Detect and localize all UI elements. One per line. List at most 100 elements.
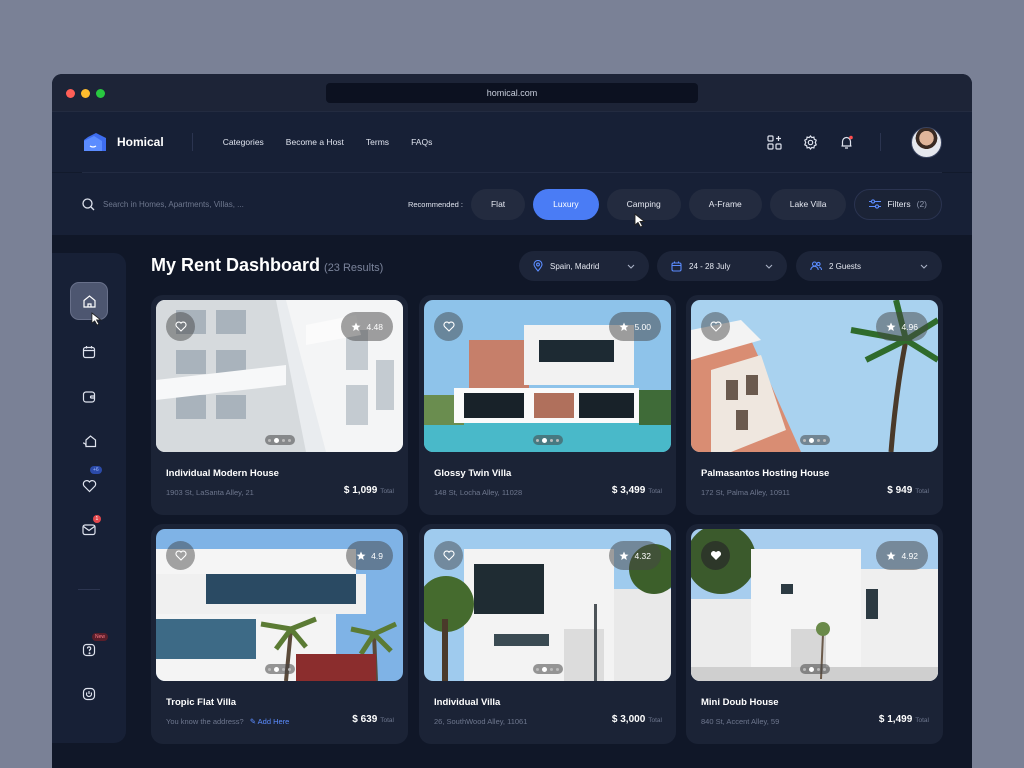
- search-input[interactable]: Search in Homes, Apartments, Villas, ...: [103, 200, 244, 209]
- listing-address: You know the address? ✎ Add Here: [166, 717, 289, 726]
- sidebar-cursor-icon: [91, 312, 102, 326]
- sliders-icon: [869, 199, 882, 209]
- location-pin-icon: [533, 260, 543, 272]
- url-bar[interactable]: homical.com: [326, 83, 698, 103]
- close-dot[interactable]: [66, 89, 75, 98]
- rating-badge: 4.96: [876, 312, 928, 341]
- listing-photo[interactable]: 4.48: [156, 300, 403, 452]
- guests-select[interactable]: 2 Guests: [796, 251, 942, 281]
- heart-outline-icon: [709, 321, 722, 332]
- listing-name: Mini Doub House: [701, 697, 779, 708]
- chip-flat[interactable]: Flat: [470, 188, 526, 220]
- price-value: $ 1,099: [343, 485, 378, 496]
- price-value: $ 639: [352, 714, 378, 725]
- listing-card[interactable]: 4.92 Mini Doub House 840 St, Accent Alle…: [686, 524, 943, 744]
- search-bar[interactable]: Search in Homes, Apartments, Villas, ...: [82, 197, 244, 211]
- maximize-dot[interactable]: [96, 89, 105, 98]
- favorite-button-active[interactable]: [701, 541, 730, 570]
- listing-card[interactable]: 5.00 Glossy Twin Villa 148 St, Locha All…: [419, 295, 676, 515]
- address-prompt: You know the address?: [166, 717, 244, 726]
- apps-icon[interactable]: [766, 134, 782, 150]
- nav-link-faqs[interactable]: FAQs: [411, 137, 432, 147]
- listing-card[interactable]: 4.96 Palmasantos Hosting House 172 St, P…: [686, 295, 943, 515]
- notification-bell-icon[interactable]: [838, 134, 854, 150]
- settings-gear-icon[interactable]: [802, 134, 818, 150]
- image-pager[interactable]: [264, 435, 295, 445]
- location-select[interactable]: Spain, Madrid: [519, 251, 649, 281]
- add-address-label: Add Here: [257, 717, 290, 726]
- image-pager[interactable]: [532, 664, 563, 674]
- sidebar-item-listings[interactable]: [70, 422, 108, 460]
- listing-card[interactable]: 4.48 Individual Modern House 1903 St, La…: [151, 295, 408, 515]
- browser-window: homical.com Homical Categories Become a …: [52, 74, 972, 768]
- favorite-button[interactable]: [434, 541, 463, 570]
- listing-price: $ 1,099 Total: [344, 485, 394, 496]
- recommended-label: Recommended :: [407, 199, 463, 209]
- listing-photo[interactable]: 4.32: [424, 529, 671, 681]
- listing-card[interactable]: 4.9 Tropic Flat Villa You know the addre…: [151, 524, 408, 744]
- sidebar-item-messages[interactable]: 1: [70, 510, 108, 548]
- favorite-button[interactable]: [701, 312, 730, 341]
- image-pager[interactable]: [799, 664, 830, 674]
- listing-price: $ 949 Total: [887, 485, 929, 496]
- nav-actions-divider: [880, 133, 881, 151]
- minimize-dot[interactable]: [81, 89, 90, 98]
- sidebar-item-logout[interactable]: [70, 675, 108, 713]
- chip-lake-villa[interactable]: Lake Villa: [769, 188, 847, 220]
- nav-link-categories[interactable]: Categories: [223, 137, 264, 147]
- rating-badge: 4.32: [609, 541, 661, 570]
- star-icon: [619, 322, 629, 331]
- help-new-badge: New: [92, 633, 109, 641]
- sidebar-item-calendar[interactable]: [70, 333, 108, 371]
- chip-luxury[interactable]: Luxury: [533, 188, 599, 220]
- brand-logo[interactable]: Homical: [82, 133, 164, 151]
- listing-address: 1903 St, LaSanta Alley, 21: [166, 488, 254, 497]
- nav-links: Categories Become a Host Terms FAQs: [223, 137, 433, 147]
- star-icon: [351, 322, 361, 331]
- mail-icon: [82, 523, 96, 535]
- rating-badge: 4.92: [876, 541, 928, 570]
- listing-address: 840 St, Accent Alley, 59: [701, 717, 780, 726]
- listing-photo[interactable]: 4.92: [691, 529, 938, 681]
- chevron-down-icon: [627, 264, 635, 269]
- nav-link-terms[interactable]: Terms: [366, 137, 389, 147]
- rating-value: 4.48: [366, 321, 383, 332]
- add-address-link[interactable]: ✎ Add Here: [250, 717, 290, 726]
- rating-value: 5.00: [634, 321, 651, 332]
- sidebar-item-wallet[interactable]: [70, 378, 108, 416]
- heart-outline-icon: [174, 550, 187, 561]
- nav-actions: [766, 126, 942, 158]
- users-icon: [810, 261, 822, 271]
- favorites-badge: +6: [90, 466, 102, 474]
- brand-name: Homical: [117, 135, 164, 149]
- image-pager[interactable]: [532, 435, 563, 445]
- user-avatar[interactable]: [911, 126, 942, 158]
- listing-name: Tropic Flat Villa: [166, 697, 237, 708]
- favorite-button[interactable]: [434, 312, 463, 341]
- mouse-cursor-icon: [634, 213, 646, 228]
- listing-photo[interactable]: 4.96: [691, 300, 938, 452]
- image-pager[interactable]: [264, 664, 295, 674]
- guests-value: 2 Guests: [829, 261, 862, 271]
- listing-photo[interactable]: 5.00: [424, 300, 671, 452]
- home-icon: [82, 294, 96, 308]
- nav-link-become-host[interactable]: Become a Host: [286, 137, 344, 147]
- location-value: Spain, Madrid: [550, 261, 600, 271]
- listing-photo[interactable]: 4.9: [156, 529, 403, 681]
- sidebar-divider: [78, 589, 100, 590]
- filters-button[interactable]: Filters (2): [854, 188, 942, 220]
- favorite-button[interactable]: [166, 312, 195, 341]
- image-pager[interactable]: [799, 435, 830, 445]
- rating-value: 4.9: [371, 550, 383, 561]
- listing-name: Glossy Twin Villa: [434, 468, 512, 479]
- favorite-button[interactable]: [166, 541, 195, 570]
- listing-card[interactable]: 4.32 Individual Villa 26, SouthWood Alle…: [419, 524, 676, 744]
- house-icon: [82, 435, 96, 448]
- dates-select[interactable]: 24 - 28 July: [657, 251, 787, 281]
- sidebar-item-favorites[interactable]: +6: [70, 466, 108, 505]
- listing-name: Individual Modern House: [166, 468, 279, 479]
- calendar-icon: [671, 261, 682, 272]
- chip-a-frame[interactable]: A-Frame: [688, 188, 762, 220]
- heart-outline-icon: [442, 321, 455, 332]
- sidebar-item-help[interactable]: New: [70, 631, 109, 669]
